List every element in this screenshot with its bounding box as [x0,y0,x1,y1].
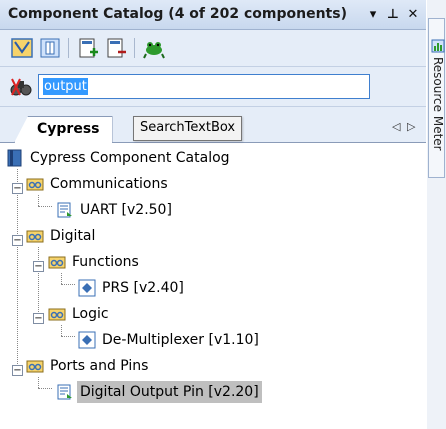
expander-minus-icon[interactable]: − [33,313,44,324]
title-bar: Component Catalog (4 of 202 components) … [0,0,426,30]
tree-item-logic[interactable]: Logic [48,303,112,325]
tree-connector [17,169,18,368]
search-input-text: output [43,78,88,95]
book-icon[interactable] [38,36,62,60]
expander-minus-icon[interactable]: − [12,183,23,194]
tree-item-uart[interactable]: UART [v2.50] [56,199,175,221]
expander-minus-icon[interactable]: − [33,261,44,272]
component-tree: Cypress Component Catalog − Communicatio… [0,143,426,429]
tree-connector [38,195,39,206]
panel-title: Component Catalog (4 of 202 components) [8,6,347,22]
component-catalog-panel: Component Catalog (4 of 202 components) … [0,0,426,429]
folder-components-icon [26,360,44,373]
component-icon [57,202,72,218]
toolbar [0,30,426,67]
tree-root[interactable]: Cypress Component Catalog [6,147,233,169]
tab-prev-icon[interactable]: ◁ [392,120,400,133]
side-dock: Resource Meter [427,0,446,429]
tree-item-communications[interactable]: Communications [26,173,171,195]
folder-components-icon [48,256,66,269]
tree-item-demux[interactable]: De-Multiplexer [v1.10] [78,329,262,351]
search-tooltip: SearchTextBox [133,116,243,141]
binoculars-icon [10,77,32,97]
pin-icon[interactable]: ⊥ [384,6,402,24]
tree-item-prs[interactable]: PRS [v2.40] [78,277,187,299]
tree-item-digital-output-pin[interactable]: Digital Output Pin [v2.20] [56,381,262,403]
diamond-component-icon [78,279,96,297]
dropdown-icon[interactable]: ▾ [364,6,382,24]
tree-connector [61,284,75,285]
tree-connector [61,273,62,284]
add-component-icon[interactable] [76,36,100,60]
tree-item-ports-and-pins[interactable]: Ports and Pins [26,355,151,377]
tree-connector [38,206,52,207]
tree-item-functions[interactable]: Functions [48,251,142,273]
folder-components-icon [48,308,66,321]
catalog-view-icon[interactable] [10,36,34,60]
tree-connector [61,325,62,336]
diamond-component-icon [78,331,96,349]
tree-connector [38,377,39,388]
tab-cypress[interactable]: Cypress [14,116,113,143]
expander-minus-icon[interactable]: − [12,235,23,246]
folder-components-icon [26,230,44,243]
close-icon[interactable]: ✕ [404,6,422,24]
tree-item-digital[interactable]: Digital [26,225,98,247]
search-row: output [0,67,426,107]
remove-component-icon[interactable] [104,36,128,60]
resource-meter-icon [431,39,445,53]
frog-icon[interactable] [142,36,166,60]
tree-connector [61,336,75,337]
tab-next-icon[interactable]: ▷ [407,120,415,133]
catalog-book-icon [7,149,22,167]
tree-connector [38,247,39,318]
expander-minus-icon[interactable]: − [12,365,23,376]
toolbar-separator [134,38,135,58]
toolbar-separator [68,38,69,58]
folder-components-icon [26,178,44,191]
tree-connector [38,388,52,389]
resource-meter-tab[interactable]: Resource Meter [428,18,445,178]
resource-meter-label: Resource Meter [431,57,445,151]
component-icon [57,384,72,400]
